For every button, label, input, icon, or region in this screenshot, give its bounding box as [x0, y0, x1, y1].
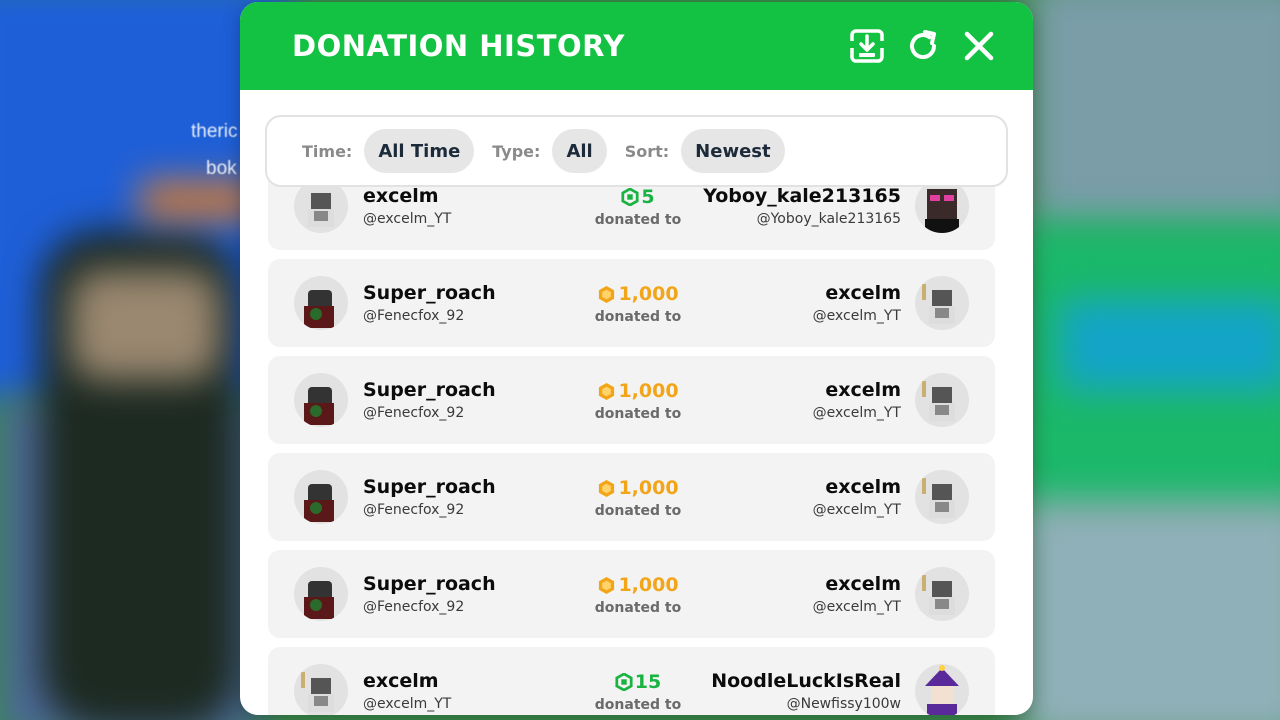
- donor-avatar: [294, 664, 348, 715]
- donation-history-panel: DONATION HISTORY Time: All Time Type: Al…: [240, 2, 1033, 715]
- recipient-handle: @Yoboy_kale213165: [756, 211, 901, 227]
- refresh-icon[interactable]: [905, 28, 941, 64]
- donated-to-label: donated to: [594, 406, 682, 422]
- recipient-avatar: [915, 373, 969, 427]
- donation-row: excelm @excelm_YT 15 donated to NoodleLu…: [268, 647, 995, 715]
- donor-avatar: [294, 567, 348, 621]
- donor-name: Super_roach: [363, 282, 496, 304]
- donor-handle: @excelm_YT: [363, 696, 452, 712]
- sort-filter-label: Sort:: [624, 141, 670, 161]
- recipient-avatar: [915, 470, 969, 524]
- donor-avatar: [294, 470, 348, 524]
- recipient-avatar: [915, 567, 969, 621]
- amount-value: 1,000: [618, 283, 679, 305]
- donation-row: Super_roach @Fenecfox_92 1,000 donated t…: [268, 356, 995, 444]
- recipient-handle: @excelm_YT: [812, 502, 901, 518]
- robux-icon: [615, 673, 633, 691]
- donor-name: Super_roach: [363, 573, 496, 595]
- donor-avatar: [294, 276, 348, 330]
- donor-handle: @Fenecfox_92: [363, 502, 465, 518]
- panel-header: DONATION HISTORY: [240, 2, 1033, 90]
- recipient-name: NoodleLuckIsReal: [711, 670, 901, 692]
- recipient-name: excelm: [825, 476, 901, 498]
- background-chat-text: bok: [206, 158, 237, 179]
- close-icon[interactable]: [961, 28, 997, 64]
- recipient-avatar: [915, 276, 969, 330]
- recipient-handle: @Newfissy100w: [786, 696, 901, 712]
- donation-row: Super_roach @Fenecfox_92 1,000 donated t…: [268, 550, 995, 638]
- donation-row: Super_roach @Fenecfox_92 1,000 donated t…: [268, 259, 995, 347]
- donation-row: Super_roach @Fenecfox_92 1,000 donated t…: [268, 453, 995, 541]
- recipient-name: excelm: [825, 282, 901, 304]
- sort-filter-button[interactable]: Newest: [681, 129, 785, 173]
- recipient-name: excelm: [825, 573, 901, 595]
- type-filter-button[interactable]: All: [552, 129, 607, 173]
- type-filter-label: Type:: [492, 141, 541, 161]
- donation-amount: 1,000: [578, 574, 698, 596]
- donated-to-label: donated to: [594, 503, 682, 519]
- donated-to-label: donated to: [594, 212, 682, 228]
- filter-bar: Time: All Time Type: All Sort: Newest: [265, 115, 1008, 187]
- donated-to-label: donated to: [594, 309, 682, 325]
- amount-value: 5: [641, 186, 655, 208]
- donation-amount: 1,000: [578, 380, 698, 402]
- donation-amount: 1,000: [578, 477, 698, 499]
- panel-title: DONATION HISTORY: [292, 29, 625, 63]
- amount-value: 1,000: [618, 477, 679, 499]
- donor-handle: @Fenecfox_92: [363, 308, 465, 324]
- gold-coin-icon: [599, 479, 615, 497]
- gold-coin-icon: [599, 285, 615, 303]
- gold-coin-icon: [599, 382, 615, 400]
- donor-name: excelm: [363, 185, 439, 207]
- recipient-handle: @excelm_YT: [812, 308, 901, 324]
- amount-value: 1,000: [618, 574, 679, 596]
- donated-to-label: donated to: [594, 600, 682, 616]
- download-icon[interactable]: [849, 28, 885, 64]
- donation-amount: 1,000: [578, 283, 698, 305]
- recipient-handle: @excelm_YT: [812, 599, 901, 615]
- donor-handle: @Fenecfox_92: [363, 599, 465, 615]
- time-filter-label: Time:: [302, 141, 353, 161]
- recipient-name: Yoboy_kale213165: [703, 185, 901, 207]
- gold-coin-icon: [599, 576, 615, 594]
- donated-to-label: donated to: [594, 697, 682, 713]
- recipient-avatar: [915, 664, 969, 715]
- donor-avatar: [294, 179, 348, 233]
- donor-name: Super_roach: [363, 476, 496, 498]
- donor-name: excelm: [363, 670, 439, 692]
- donation-amount: 15: [578, 671, 698, 693]
- background-chat-text: theric: [191, 121, 238, 142]
- donor-handle: @Fenecfox_92: [363, 405, 465, 421]
- recipient-handle: @excelm_YT: [812, 405, 901, 421]
- recipient-avatar: [915, 179, 969, 233]
- robux-icon: [621, 188, 639, 206]
- time-filter-button[interactable]: All Time: [364, 129, 475, 173]
- amount-value: 1,000: [618, 380, 679, 402]
- recipient-name: excelm: [825, 379, 901, 401]
- donor-handle: @excelm_YT: [363, 211, 452, 227]
- donor-name: Super_roach: [363, 379, 496, 401]
- donor-avatar: [294, 373, 348, 427]
- donation-amount: 5: [578, 186, 698, 208]
- amount-value: 15: [634, 671, 662, 693]
